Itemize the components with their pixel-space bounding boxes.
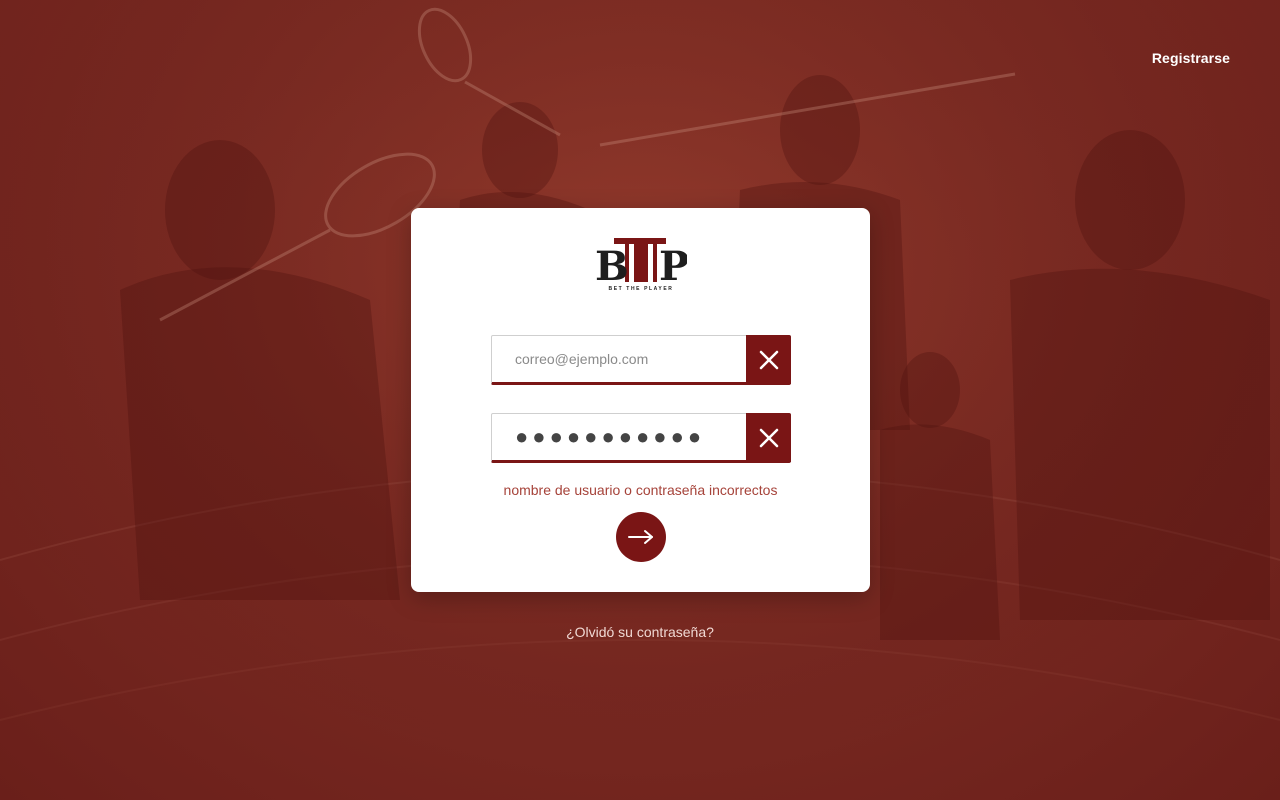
close-icon	[759, 350, 778, 369]
login-card: B P BET THE PLAYER nombre de usuario o c…	[411, 208, 870, 592]
clear-email-button[interactable]	[746, 335, 791, 384]
arrow-right-icon	[628, 530, 653, 544]
register-link[interactable]: Registrarse	[1152, 50, 1230, 66]
email-input[interactable]	[492, 336, 746, 382]
logo-tagline: BET THE PLAYER	[608, 286, 674, 292]
close-icon	[759, 428, 778, 447]
btp-logo-mark: B P	[595, 238, 689, 290]
forgot-password-link[interactable]: ¿Olvidó su contraseña?	[0, 624, 1280, 640]
svg-text:P: P	[659, 243, 687, 288]
clear-password-button[interactable]	[746, 413, 791, 462]
login-error-message: nombre de usuario o contraseña incorrect…	[503, 482, 778, 498]
svg-text:B: B	[595, 243, 629, 288]
password-input[interactable]	[492, 414, 746, 460]
btp-logo: B P BET THE PLAYER	[595, 236, 689, 296]
email-field-container	[491, 335, 791, 385]
submit-login-button[interactable]	[616, 512, 666, 562]
password-field-container	[491, 413, 791, 463]
